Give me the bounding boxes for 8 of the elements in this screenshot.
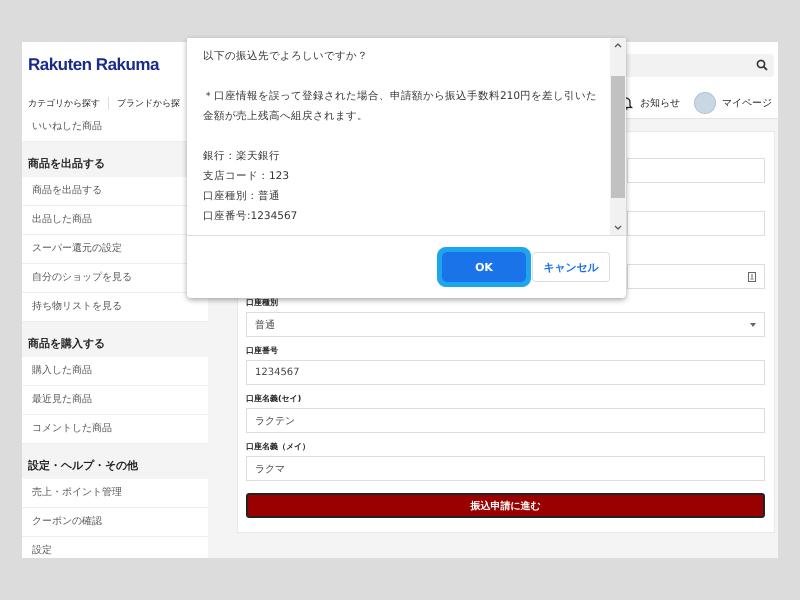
field-label: 口座名義（メイ） <box>246 441 311 452</box>
field-label: 口座種別 <box>246 297 279 308</box>
field-label: 口座番号 <box>246 345 279 356</box>
sidebar-heading: 商品を出品する <box>27 156 106 172</box>
sidebar-heading: 設定・ヘルプ・その他 <box>26 458 139 474</box>
field-label: 口座名義(セイ) <box>246 393 302 404</box>
sidebar-heading: 商品を購入する <box>27 336 106 352</box>
dialog-paragraph: 以下の振込先でよろしいですか？ <box>203 49 368 64</box>
